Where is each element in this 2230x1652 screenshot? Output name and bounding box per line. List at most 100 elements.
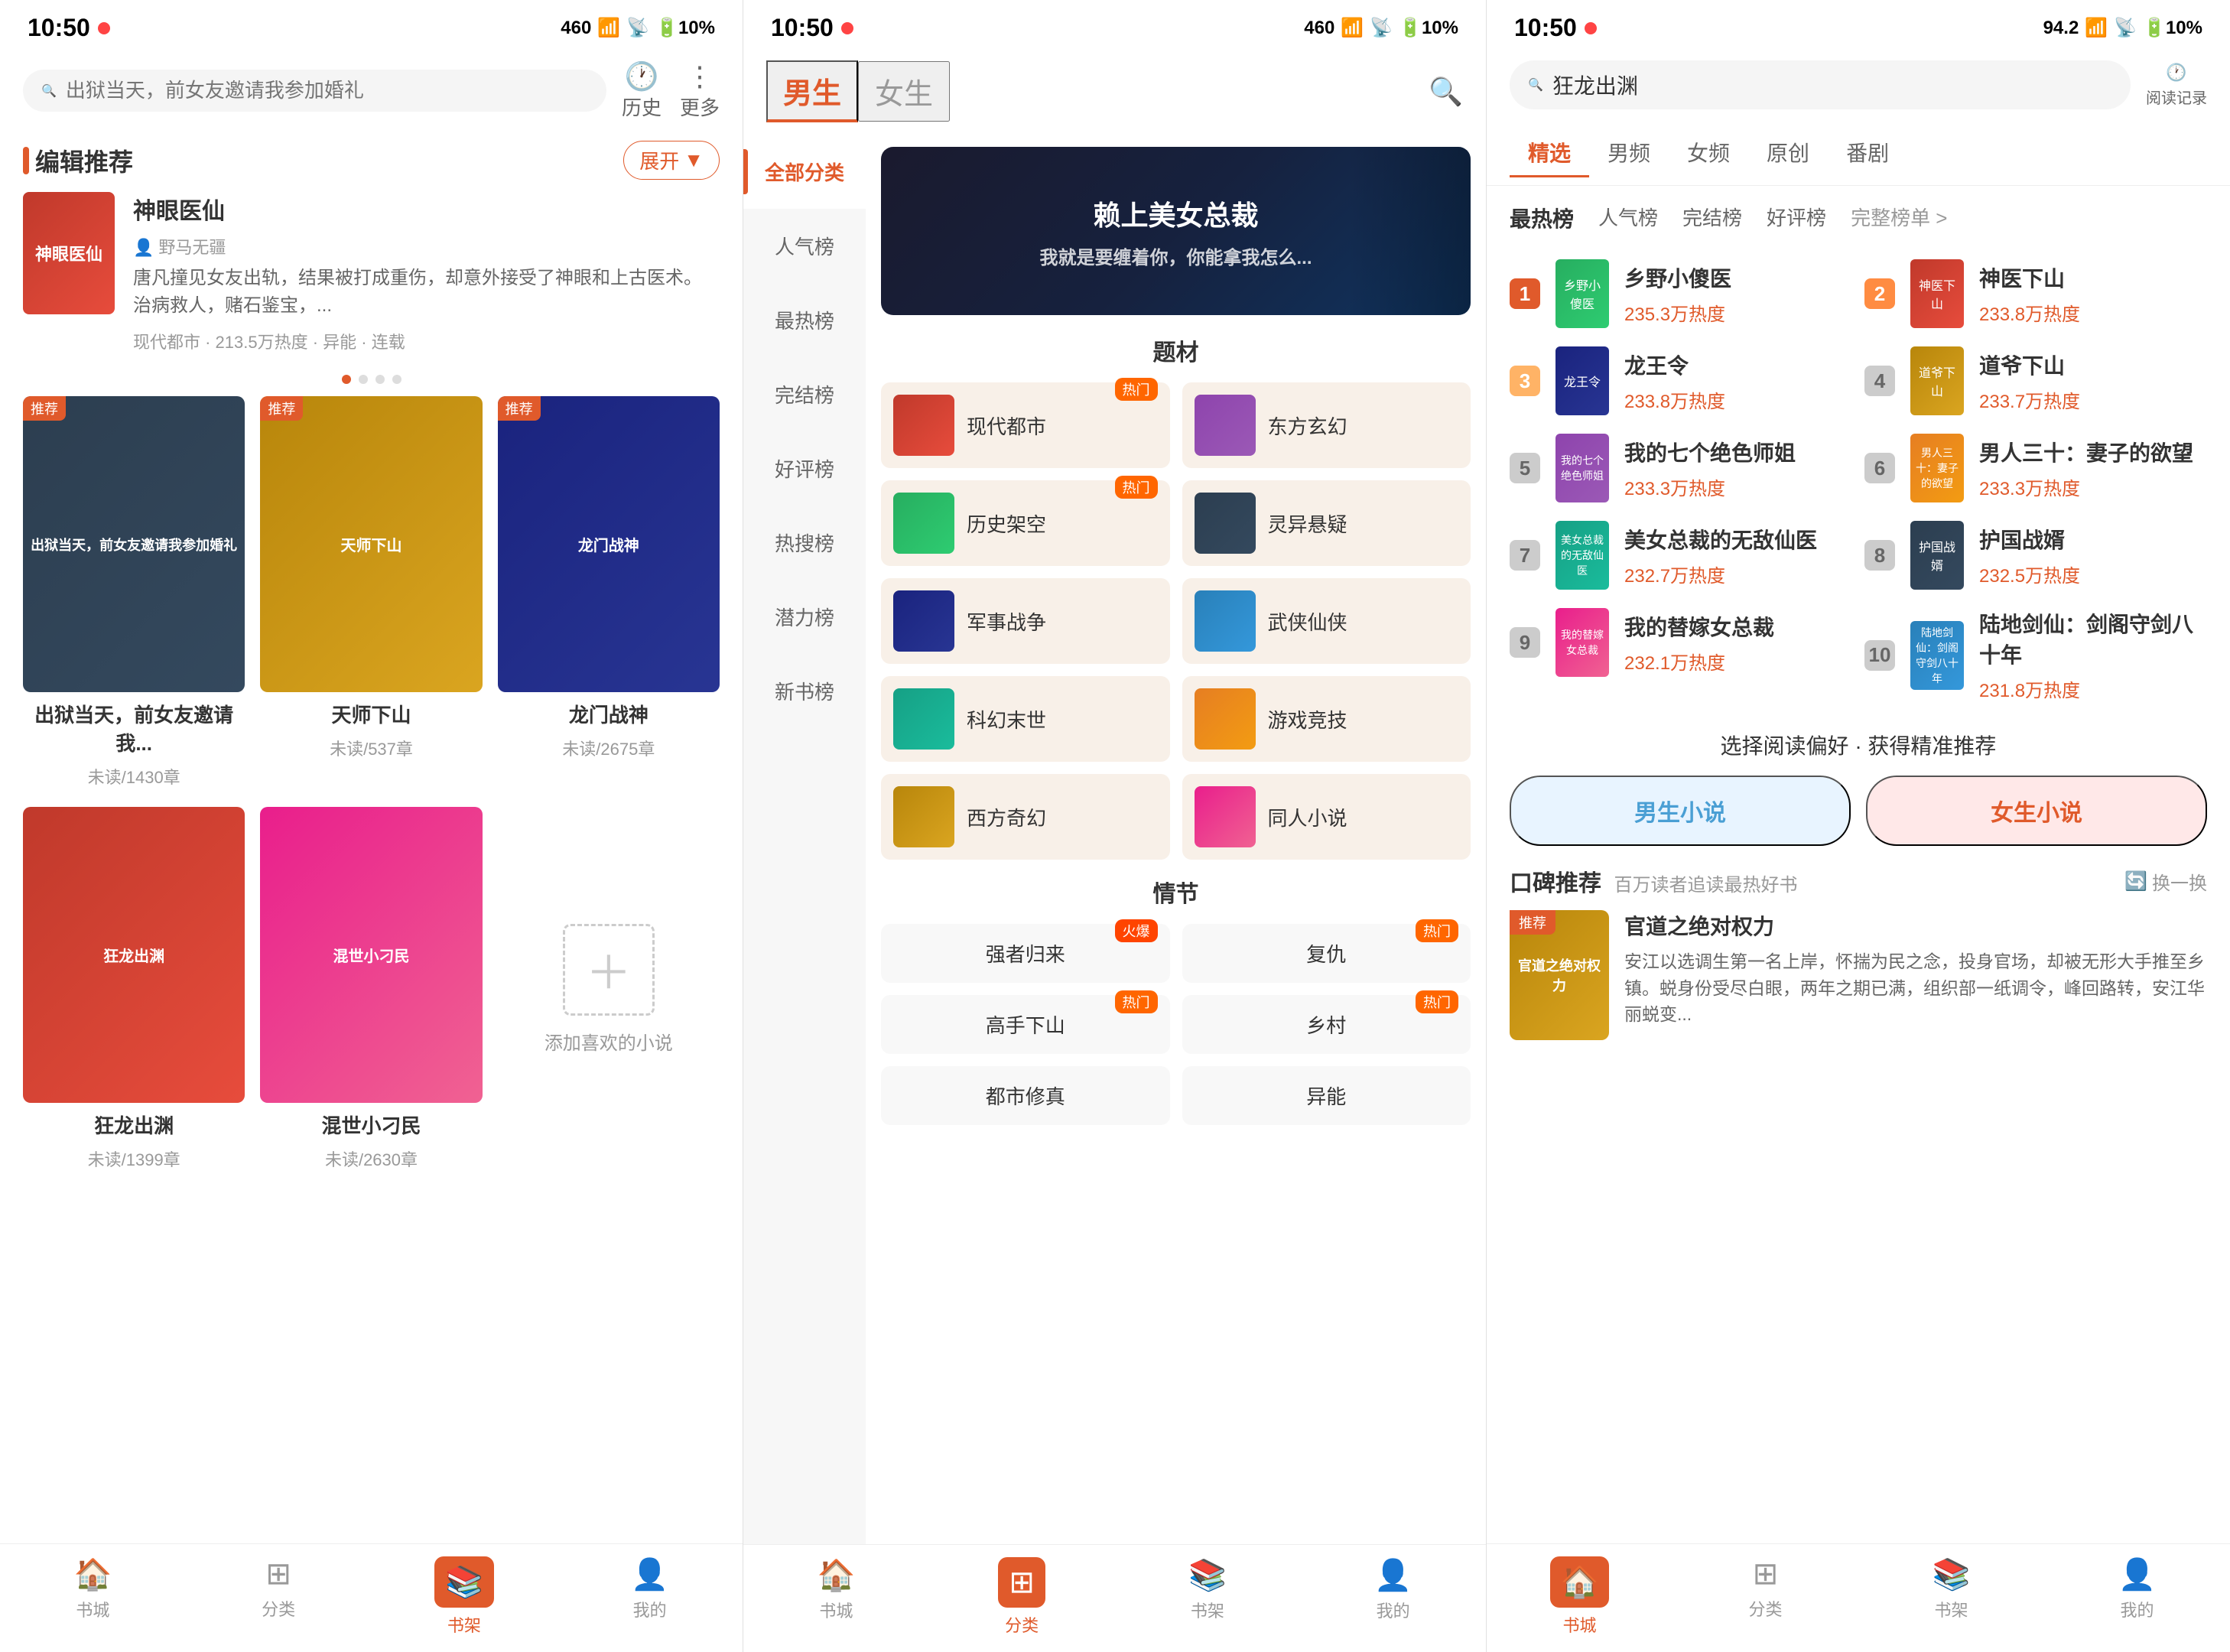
cat-name-4: 灵异悬疑 xyxy=(1268,509,1347,538)
book-cover-5: 混世小刁民 xyxy=(260,807,482,1103)
tab-select[interactable]: 精选 xyxy=(1510,129,1589,177)
book-sub-2: 未读/537章 xyxy=(260,736,482,760)
feeling-1[interactable]: 强者归来 火爆 xyxy=(881,924,1170,983)
editor-recommend-title: 编辑推荐 xyxy=(23,143,133,178)
sidebar-item-all[interactable]: 全部分类 xyxy=(743,135,866,209)
feeling-4[interactable]: 乡村 热门 xyxy=(1182,995,1471,1054)
tab-female[interactable]: 女生 xyxy=(858,61,950,122)
cat-item-4[interactable]: 灵异悬疑 xyxy=(1182,480,1471,566)
rank-heat-2: 233.8万热度 xyxy=(1979,299,2207,326)
rank-item-5[interactable]: 5 我的七个绝色师姐 我的七个绝色师姐 233.3万热度 xyxy=(1510,424,1852,512)
feeling-name-4: 乡村 xyxy=(1306,1014,1346,1037)
search-box-3[interactable]: 🔍 狂龙出渊 xyxy=(1510,60,2131,109)
featured-book[interactable]: 神眼医仙 神眼医仙 👤 野马无疆 唐凡撞见女友出轨，结果被打成重伤，却意外接受了… xyxy=(0,192,743,369)
nav-shelf-3[interactable]: 📚 书架 xyxy=(1858,1556,2044,1637)
sub-tab-popularity[interactable]: 人气榜 xyxy=(1598,198,1658,238)
feeling-6[interactable]: 异能 xyxy=(1182,1066,1471,1125)
feeling-3[interactable]: 高手下山 热门 xyxy=(881,995,1170,1054)
author-icon: 👤 xyxy=(133,235,154,260)
nav-bookstore-1[interactable]: 🏠 书城 xyxy=(0,1556,186,1637)
rank-item-10[interactable]: 10 陆地剑仙：剑阁守剑八十年 陆地剑仙：剑阁守剑八十年 231.8万热度 xyxy=(1864,599,2207,711)
wom-book[interactable]: 推荐 官道之绝对权力 官道之绝对权力 安江以选调生第一名上岸，怀揣为民之念，投身… xyxy=(1510,910,2207,1040)
cat-item-3[interactable]: 历史架空 热门 xyxy=(881,480,1170,566)
search-input-area-1[interactable]: 🔍 xyxy=(23,70,606,112)
more-btn-1[interactable]: ⋮ 更多 xyxy=(680,60,720,121)
tab-male-freq[interactable]: 男频 xyxy=(1589,129,1669,177)
cat-item-9[interactable]: 西方奇幻 xyxy=(881,774,1170,860)
cat-name-9: 西方奇幻 xyxy=(967,803,1046,831)
sidebar-item-new[interactable]: 新书榜 xyxy=(743,654,866,728)
feeling-2[interactable]: 复仇 热门 xyxy=(1182,924,1471,983)
nav-bookstore-2[interactable]: 🏠 书城 xyxy=(743,1557,929,1637)
wom-header: 口碑推荐 百万读者追读最热好书 🔄 换一换 xyxy=(1510,864,2207,898)
nav-profile-2[interactable]: 👤 我的 xyxy=(1300,1557,1486,1637)
sidebar-item-hot[interactable]: 最热榜 xyxy=(743,283,866,357)
wom-book-desc: 安江以选调生第一名上岸，怀揣为民之念，投身官场，却被无形大手推至乡镇。蜕身份受尽… xyxy=(1624,948,2207,1028)
rank-item-9[interactable]: 9 我的替嫁女总裁 我的替嫁女总裁 232.1万热度 xyxy=(1510,599,1852,686)
nav-category-1[interactable]: ⊞ 分类 xyxy=(186,1556,372,1637)
sub-tab-rating[interactable]: 好评榜 xyxy=(1767,198,1826,238)
nav-profile-1[interactable]: 👤 我的 xyxy=(557,1556,743,1637)
expand-btn[interactable]: 展开 ▼ xyxy=(623,141,720,180)
sidebar-item-complete[interactable]: 完结榜 xyxy=(743,357,866,431)
screen1: 10:50 460 📶 📡 🔋10% 🔍 🕐 历史 ⋮ 更多 编 xyxy=(0,0,743,1652)
banner-2[interactable]: 赖上美女总裁 我就是要缠着你，你能拿我怎么... xyxy=(881,147,1471,315)
nav-shelf-1[interactable]: 📚 书架 xyxy=(372,1556,558,1637)
rank-num-3: 3 xyxy=(1510,366,1540,396)
rank-info-8: 护国战婿 232.5万热度 xyxy=(1979,524,2207,587)
pref-male-btn[interactable]: 男生小说 xyxy=(1510,776,1851,846)
cat-item-7[interactable]: 科幻末世 xyxy=(881,676,1170,762)
tab-original[interactable]: 原创 xyxy=(1748,129,1828,177)
rank-item-1[interactable]: 1 乡野小傻医 乡野小傻医 235.3万热度 xyxy=(1510,250,1852,337)
reading-history-btn[interactable]: 🕐 阅读记录 xyxy=(2146,63,2207,108)
nav-profile-3[interactable]: 👤 我的 xyxy=(2044,1556,2230,1637)
history-btn-1[interactable]: 🕐 历史 xyxy=(622,60,662,121)
nav-bookstore-3[interactable]: 🏠 书城 xyxy=(1487,1556,1672,1637)
cat-item-10[interactable]: 同人小说 xyxy=(1182,774,1471,860)
sidebar-item-popularity[interactable]: 人气榜 xyxy=(743,209,866,283)
cat-item-5[interactable]: 军事战争 xyxy=(881,578,1170,664)
rank-item-4[interactable]: 4 道爷下山 道爷下山 233.7万热度 xyxy=(1864,337,2207,424)
feeling-name-1: 强者归来 xyxy=(986,943,1065,966)
sub-tab-hot[interactable]: 最热榜 xyxy=(1510,198,1574,238)
rank-item-3[interactable]: 3 龙王令 龙王令 233.8万热度 xyxy=(1510,337,1852,424)
tab-female-freq[interactable]: 女频 xyxy=(1669,129,1748,177)
sub-tab-full[interactable]: 完整榜单 > xyxy=(1851,198,1947,238)
book-card-2[interactable]: 推荐 天师下山 天师下山 未读/537章 xyxy=(260,396,482,789)
nav-category-3[interactable]: ⊞ 分类 xyxy=(1672,1556,1858,1637)
nav-category-2[interactable]: ⊞ 分类 xyxy=(929,1557,1115,1637)
banner-title: 赖上美女总裁 xyxy=(1039,193,1312,233)
sidebar-item-trending[interactable]: 热搜榜 xyxy=(743,506,866,580)
book-card-3[interactable]: 推荐 龙门战神 龙门战神 未读/2675章 xyxy=(498,396,720,789)
search-input-1[interactable] xyxy=(66,79,588,102)
sidebar-item-potential[interactable]: 潜力榜 xyxy=(743,580,866,654)
rank-item-6[interactable]: 6 男人三十：妻子的欲望 男人三十：妻子的欲望 233.3万热度 xyxy=(1864,424,2207,512)
book-card-5[interactable]: 混世小刁民 混世小刁民 未读/2630章 xyxy=(260,807,482,1171)
nav-shelf-2[interactable]: 📚 书架 xyxy=(1115,1557,1301,1637)
add-book-card[interactable]: ＋ 添加喜欢的小说 xyxy=(498,807,720,1171)
search-btn-2[interactable]: 🔍 xyxy=(1429,76,1463,108)
cat-item-6[interactable]: 武侠仙侠 xyxy=(1182,578,1471,664)
rank-item-7[interactable]: 7 美女总裁的无敌仙医 美女总裁的无敌仙医 232.7万热度 xyxy=(1510,512,1852,599)
feeling-5[interactable]: 都市修真 xyxy=(881,1066,1170,1125)
nav-category-icon-2: ⊞ xyxy=(998,1557,1045,1608)
wom-action-btn[interactable]: 🔄 换一换 xyxy=(2124,868,2207,895)
cat-item-8[interactable]: 游戏竞技 xyxy=(1182,676,1471,762)
book-card-4[interactable]: 狂龙出渊 狂龙出渊 未读/1399章 xyxy=(23,807,245,1171)
sub-tab-complete[interactable]: 完结榜 xyxy=(1682,198,1742,238)
tab-drama[interactable]: 番剧 xyxy=(1828,129,1907,177)
feeling-name-5: 都市修真 xyxy=(986,1085,1065,1108)
status-icons-3: 94.2 📶 📡 🔋10% xyxy=(2043,17,2202,39)
book-card-1[interactable]: 推荐 出狱当天，前女友邀请我参加婚礼 出狱当天，前女友邀请我... 未读/143… xyxy=(23,396,245,789)
rank-item-2[interactable]: 2 神医下山 神医下山 233.8万热度 xyxy=(1864,250,2207,337)
tab-male[interactable]: 男生 xyxy=(766,60,858,122)
cat-item-1[interactable]: 现代都市 热门 xyxy=(881,382,1170,468)
rank-item-8[interactable]: 8 护国战婿 护国战婿 232.5万热度 xyxy=(1864,512,2207,599)
screen2-layout: 全部分类 人气榜 最热榜 完结榜 好评榜 热搜榜 潜力榜 新书榜 xyxy=(743,135,1486,1544)
rank-title-3: 龙王令 xyxy=(1624,350,1852,380)
pref-female-btn[interactable]: 女生小说 xyxy=(1866,776,2207,846)
sidebar-item-rating[interactable]: 好评榜 xyxy=(743,431,866,506)
cat-item-2[interactable]: 东方玄幻 xyxy=(1182,382,1471,468)
nav-category-label-1: 分类 xyxy=(262,1596,295,1621)
nav-shelf-icon-1: 📚 xyxy=(434,1556,494,1608)
